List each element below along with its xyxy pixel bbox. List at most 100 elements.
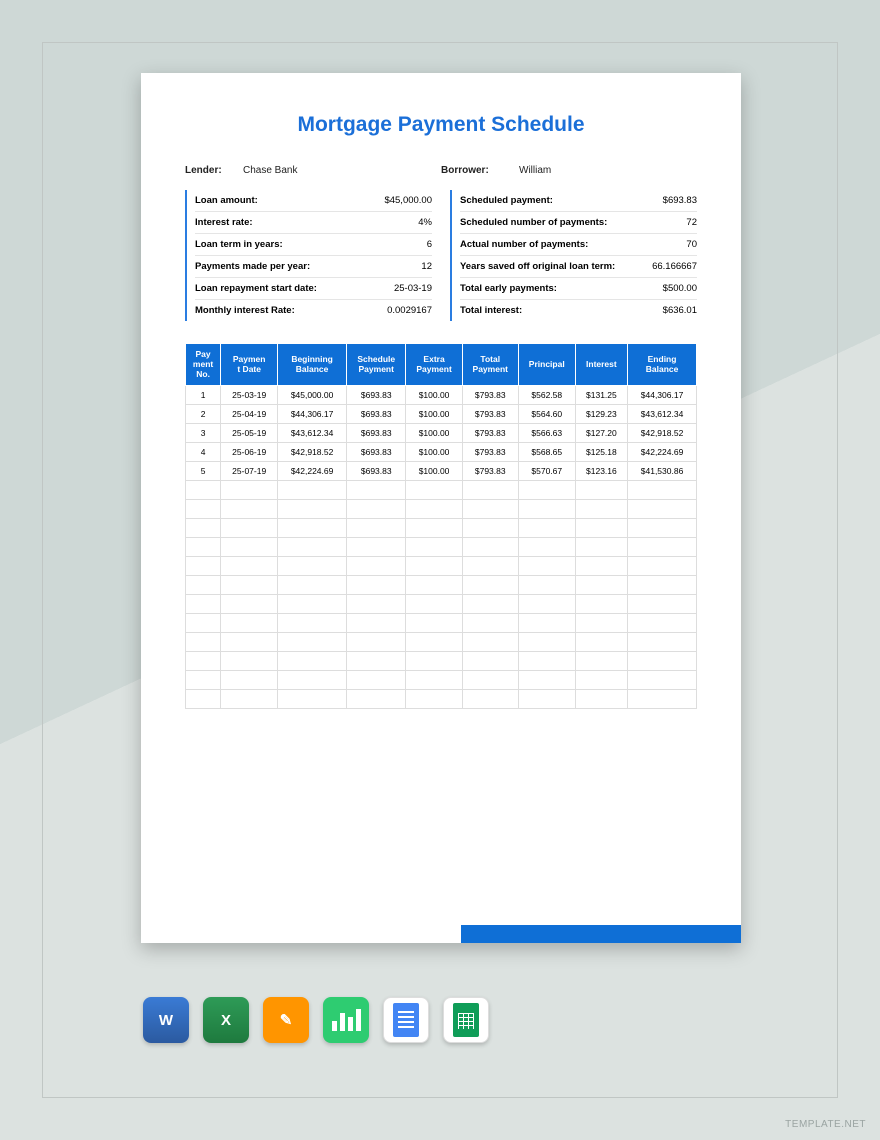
table-cell-empty: [406, 519, 462, 538]
pages-icon[interactable]: ✎: [263, 997, 309, 1043]
table-cell-empty: [186, 671, 221, 690]
summary-value: $693.83: [663, 195, 697, 206]
table-row-empty: [186, 519, 697, 538]
table-cell: $562.58: [518, 386, 575, 405]
table-cell-empty: [186, 481, 221, 500]
table-row-empty: [186, 614, 697, 633]
summary-value: 25-03-19: [394, 283, 432, 294]
borrower-label: Borrower:: [441, 165, 519, 176]
summary-right: Scheduled payment:$693.83Scheduled numbe…: [450, 190, 697, 321]
table-cell-empty: [186, 519, 221, 538]
table-cell-empty: [278, 519, 347, 538]
table-cell: $100.00: [406, 424, 462, 443]
table-row-empty: [186, 538, 697, 557]
table-cell-empty: [462, 614, 518, 633]
table-cell-empty: [575, 576, 627, 595]
table-cell: 2: [186, 405, 221, 424]
table-cell-empty: [575, 519, 627, 538]
table-cell-empty: [278, 481, 347, 500]
table-cell-empty: [462, 652, 518, 671]
table-cell-empty: [628, 576, 697, 595]
numbers-icon[interactable]: [323, 997, 369, 1043]
column-header: SchedulePayment: [347, 344, 406, 386]
table-cell: $42,224.69: [628, 443, 697, 462]
table-cell-empty: [186, 576, 221, 595]
table-cell-empty: [518, 576, 575, 595]
table-cell-empty: [278, 576, 347, 595]
table-cell: $129.23: [575, 405, 627, 424]
table-cell: 5: [186, 462, 221, 481]
summary-key: Interest rate:: [195, 217, 253, 228]
table-cell-empty: [347, 690, 406, 709]
column-header: Payment Date: [221, 344, 278, 386]
table-cell: $45,000.00: [278, 386, 347, 405]
table-cell-empty: [518, 519, 575, 538]
table-cell-empty: [221, 690, 278, 709]
table-cell: $566.63: [518, 424, 575, 443]
table-cell-empty: [347, 671, 406, 690]
table-cell-empty: [221, 595, 278, 614]
table-row-empty: [186, 652, 697, 671]
excel-icon[interactable]: X: [203, 997, 249, 1043]
table-cell: $793.83: [462, 443, 518, 462]
table-cell-empty: [462, 671, 518, 690]
table-cell: $44,306.17: [278, 405, 347, 424]
table-cell-empty: [575, 690, 627, 709]
table-cell: $100.00: [406, 386, 462, 405]
table-cell-empty: [628, 595, 697, 614]
summary-row: Total interest:$636.01: [460, 300, 697, 321]
table-cell-empty: [628, 633, 697, 652]
lender-value: Chase Bank: [243, 165, 297, 176]
table-cell: 4: [186, 443, 221, 462]
table-cell-empty: [347, 633, 406, 652]
table-cell: $793.83: [462, 424, 518, 443]
document-title: Mortgage Payment Schedule: [185, 113, 697, 137]
table-cell-empty: [462, 500, 518, 519]
summary-key: Monthly interest Rate:: [195, 305, 295, 316]
table-cell-empty: [347, 614, 406, 633]
table-cell-empty: [628, 538, 697, 557]
table-cell: $100.00: [406, 443, 462, 462]
table-cell-empty: [278, 671, 347, 690]
table-cell-empty: [406, 538, 462, 557]
summary-key: Total early payments:: [460, 283, 557, 294]
table-cell-empty: [221, 481, 278, 500]
summary-value: $636.01: [663, 305, 697, 316]
table-cell-empty: [462, 595, 518, 614]
table-cell-empty: [186, 557, 221, 576]
table-cell-empty: [278, 652, 347, 671]
table-cell-empty: [462, 690, 518, 709]
table-cell-empty: [518, 500, 575, 519]
table-cell-empty: [278, 557, 347, 576]
table-cell-empty: [221, 576, 278, 595]
word-icon[interactable]: W: [143, 997, 189, 1043]
summary-value: $500.00: [663, 283, 697, 294]
google-sheets-icon[interactable]: [443, 997, 489, 1043]
table-cell-empty: [406, 671, 462, 690]
google-docs-icon[interactable]: [383, 997, 429, 1043]
schedule-table: PaymentNo.Payment DateBeginningBalanceSc…: [185, 343, 697, 709]
table-cell-empty: [575, 595, 627, 614]
table-cell: $570.67: [518, 462, 575, 481]
table-row: 525-07-19$42,224.69$693.83$100.00$793.83…: [186, 462, 697, 481]
table-cell-empty: [575, 652, 627, 671]
table-cell: $42,224.69: [278, 462, 347, 481]
summary-panel: Loan amount:$45,000.00Interest rate:4%Lo…: [185, 190, 697, 321]
table-cell: $693.83: [347, 405, 406, 424]
column-header: PaymentNo.: [186, 344, 221, 386]
table-cell-empty: [278, 633, 347, 652]
document-sheet: Mortgage Payment Schedule Lender: Chase …: [141, 73, 741, 943]
table-cell: 25-04-19: [221, 405, 278, 424]
table-cell-empty: [347, 557, 406, 576]
table-cell: $43,612.34: [628, 405, 697, 424]
table-row-empty: [186, 690, 697, 709]
table-cell-empty: [518, 595, 575, 614]
table-cell-empty: [462, 576, 518, 595]
table-row-empty: [186, 633, 697, 652]
summary-value: 12: [421, 261, 432, 272]
lender-label: Lender:: [185, 165, 243, 176]
table-cell-empty: [518, 538, 575, 557]
summary-key: Loan repayment start date:: [195, 283, 317, 294]
table-cell-empty: [347, 595, 406, 614]
summary-row: Loan amount:$45,000.00: [195, 190, 432, 212]
